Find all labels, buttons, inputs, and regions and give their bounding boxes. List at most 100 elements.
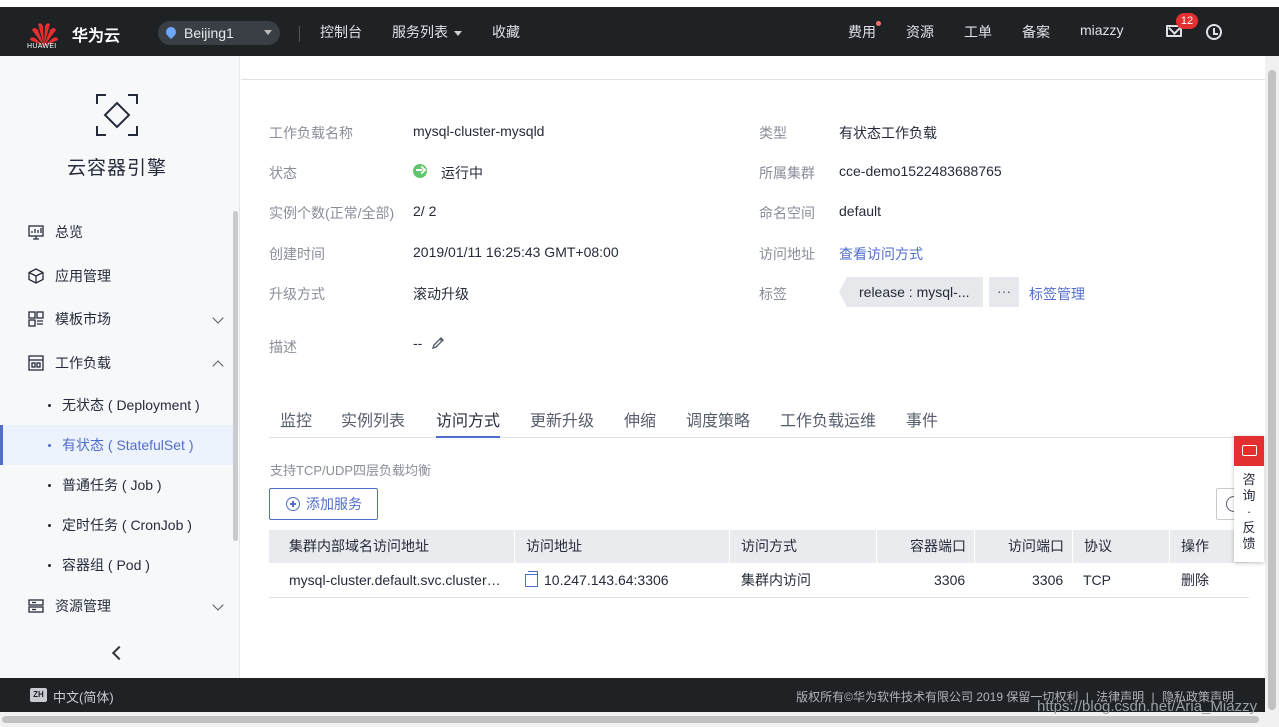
divider: [299, 26, 300, 42]
sidebar-subitem-label: 普通任务 ( Job ): [62, 477, 162, 493]
add-service-button[interactable]: 添加服务: [269, 488, 378, 520]
tab-instances[interactable]: 实例列表: [341, 407, 405, 438]
field-label-tags: 标签: [759, 286, 787, 302]
edit-pencil-icon[interactable]: [431, 336, 445, 350]
sidebar-item-label: 模板市场: [55, 311, 111, 327]
grid-icon: [28, 311, 44, 327]
service-title: 云容器引擎: [66, 158, 167, 179]
field-value-namespace: default: [839, 203, 882, 219]
nav-billing[interactable]: 费用: [848, 22, 876, 42]
copyright-text: 版权所有©华为软件技术有限公司 2019 保留一切权利: [796, 690, 1079, 704]
tab-bar: 监控 实例列表 访问方式 更新升级 伸缩 调度策略 工作负载运维 事件: [269, 396, 1249, 438]
feedback-char: 询: [1242, 488, 1256, 503]
column-header: 操作: [1181, 538, 1209, 554]
tab-events[interactable]: 事件: [906, 407, 938, 438]
chat-icon: [1234, 436, 1264, 466]
tab-scaling[interactable]: 伸缩: [624, 407, 656, 438]
field-label-instances: 实例个数(正常/全部): [269, 205, 395, 221]
watermark: https://blog.csdn.net/Aria_Miazzy: [1037, 698, 1258, 715]
scrollbar-thumb[interactable]: [2, 716, 1259, 723]
field-value-instances: 2/ 2: [413, 203, 437, 219]
sidebar-subitem-pod[interactable]: 容器组 ( Pod ): [0, 545, 236, 585]
running-status-icon: [413, 164, 427, 178]
sidebar-subitem-statefulset[interactable]: 有状态 ( StatefulSet ): [0, 425, 236, 465]
tag-more-button[interactable]: ···: [989, 277, 1019, 307]
container-engine-icon: [96, 94, 138, 136]
feedback-widget[interactable]: 咨询 · 反馈: [1234, 436, 1264, 562]
sidebar-item-label: 工作负载: [55, 355, 111, 371]
sidebar-item-label: 应用管理: [55, 268, 111, 284]
field-label-status: 状态: [269, 165, 297, 181]
tab-operations[interactable]: 工作负载运维: [780, 407, 876, 438]
sidebar-subitem-deployment[interactable]: 无状态 ( Deployment ): [0, 385, 236, 425]
tag-manage-link[interactable]: 标签管理: [1029, 284, 1085, 304]
bullet: [48, 483, 51, 487]
delete-link[interactable]: 删除: [1181, 563, 1209, 598]
logo-text: HUAWEI: [27, 43, 57, 50]
cell-protocol: TCP: [1083, 572, 1111, 588]
sidebar: 云容器引擎 总览 应用管理 模板市场 工作负载 无状态 ( Deployment…: [0, 56, 240, 678]
copy-icon[interactable]: [525, 571, 538, 587]
sidebar-subitem-label: 无状态 ( Deployment ): [62, 397, 200, 413]
sidebar-subitem-job[interactable]: 普通任务 ( Job ): [0, 465, 236, 505]
column-header: 集群内部域名访问地址: [289, 538, 429, 554]
nav-service-list[interactable]: 服务列表: [392, 22, 462, 42]
field-label-access-address: 访问地址: [759, 246, 815, 262]
feedback-label: 咨询 · 反馈: [1234, 472, 1264, 552]
tab-monitor[interactable]: 监控: [280, 407, 312, 438]
bullet: [48, 523, 51, 527]
sidebar-scrollbar[interactable]: [233, 211, 238, 541]
nav-service-list-label: 服务列表: [392, 24, 448, 40]
nav-resources[interactable]: 资源: [906, 22, 934, 42]
sidebar-item-templates[interactable]: 模板市场: [0, 300, 236, 338]
divider: [241, 79, 1265, 80]
top-bar: HUAWEI 华为云 Beijing1 控制台 服务列表 收藏 费用 资源 工单…: [0, 0, 1279, 56]
nav-tickets[interactable]: 工单: [964, 22, 992, 42]
region-select[interactable]: Beijing1: [158, 21, 280, 45]
sidebar-item-label: 资源管理: [55, 598, 111, 614]
sidebar-subitem-cronjob[interactable]: 定时任务 ( CronJob ): [0, 505, 236, 545]
sidebar-item-apps[interactable]: 应用管理: [0, 257, 236, 295]
tab-upgrade[interactable]: 更新升级: [530, 407, 594, 438]
sidebar-item-workloads[interactable]: 工作负载: [0, 344, 236, 382]
field-label-namespace: 命名空间: [759, 205, 815, 221]
field-label-workload-name: 工作负载名称: [269, 125, 353, 141]
access-hint: 支持TCP/UDP四层负载均衡: [270, 463, 432, 478]
cell-access-port: 3306: [1032, 572, 1064, 588]
cell-container-port: 3306: [934, 572, 966, 588]
feedback-char: ·: [1246, 504, 1252, 519]
column-header: 协议: [1084, 538, 1112, 554]
nav-console[interactable]: 控制台: [320, 22, 362, 42]
workload-icon: [28, 355, 44, 371]
table-row: mysql-cluster.default.svc.cluster… 10.24…: [269, 563, 1249, 598]
field-value-workload-name: mysql-cluster-mysqld: [413, 123, 545, 139]
field-label-type: 类型: [759, 125, 787, 141]
tab-access[interactable]: 访问方式: [436, 407, 501, 438]
cell-method: 集群内访问: [741, 572, 811, 588]
nav-user[interactable]: miazzy: [1080, 22, 1124, 38]
nav-icp[interactable]: 备案: [1022, 22, 1050, 42]
bullet: [48, 403, 51, 407]
language-switch[interactable]: 中文(简体): [53, 687, 114, 706]
sidebar-item-resources[interactable]: 资源管理: [0, 587, 236, 625]
view-access-link[interactable]: 查看访问方式: [839, 244, 923, 264]
scrollbar-thumb[interactable]: [1268, 70, 1276, 710]
divider: [514, 530, 515, 563]
sidebar-item-overview[interactable]: 总览: [0, 213, 236, 251]
clock-icon[interactable]: [1206, 24, 1222, 40]
sidebar-item-label: 总览: [55, 224, 83, 240]
bullet: [48, 443, 51, 447]
divider: [1072, 530, 1073, 563]
divider: [974, 530, 975, 563]
cell-domain: mysql-cluster.default.svc.cluster…: [289, 572, 501, 588]
tab-scheduling[interactable]: 调度策略: [686, 407, 750, 438]
tag-chip[interactable]: release : mysql-...: [839, 277, 983, 307]
nav-favorites[interactable]: 收藏: [492, 22, 520, 42]
cell-address: 10.247.143.64:3306: [544, 572, 669, 588]
page-scrollbar[interactable]: [1265, 56, 1279, 716]
chevron-down-icon: [264, 30, 272, 35]
collapse-sidebar-icon[interactable]: [111, 645, 127, 661]
brand-name[interactable]: 华为云: [72, 22, 120, 46]
field-value-type: 有状态工作负载: [839, 125, 937, 141]
chevron-down-icon: [212, 599, 224, 611]
